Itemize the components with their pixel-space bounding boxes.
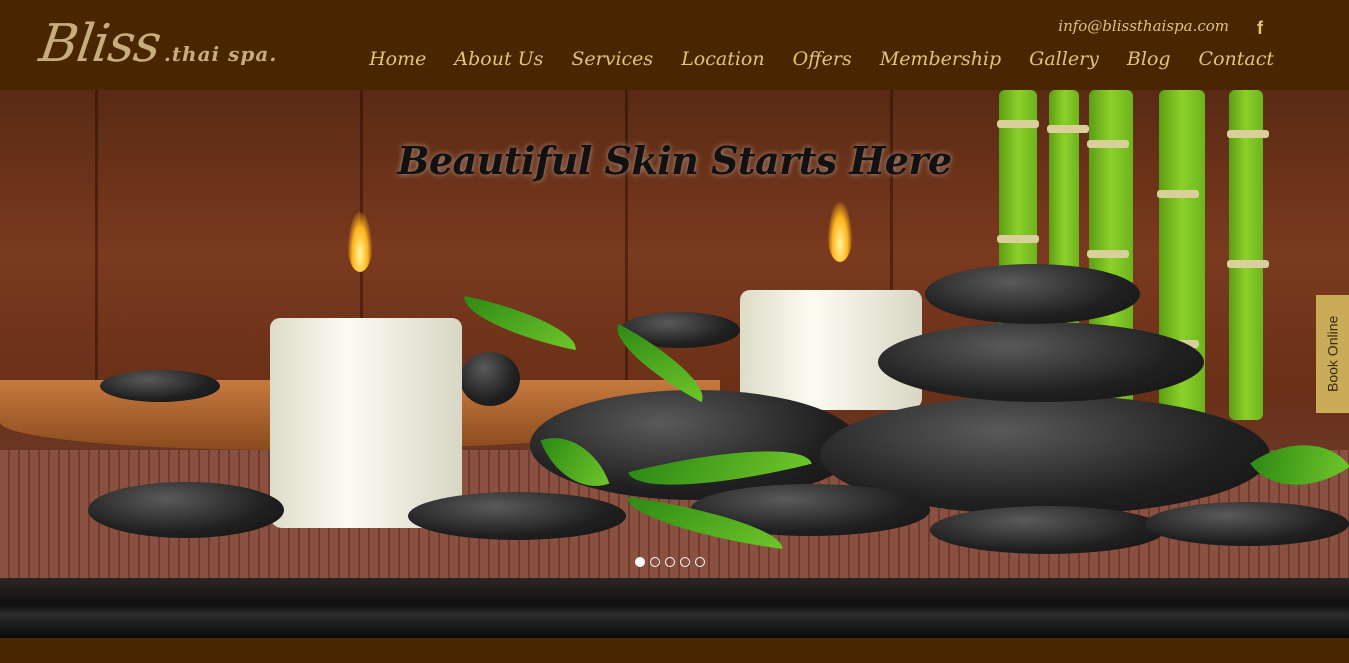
leaf	[458, 295, 582, 351]
flame	[348, 212, 372, 272]
nav-services[interactable]: Services	[571, 48, 653, 70]
stone	[1145, 502, 1349, 546]
site-header: Bliss .thai spa. info@blissthaispa.com f…	[0, 0, 1349, 90]
hero-slider: Beautiful Skin Starts Here	[0, 90, 1349, 638]
stone	[100, 370, 220, 402]
stone	[408, 492, 626, 540]
slider-dot[interactable]	[665, 557, 675, 567]
main-nav: Home About Us Services Location Offers M…	[369, 48, 1274, 70]
email-link[interactable]: info@blissthaispa.com	[1058, 17, 1229, 35]
slider-dot[interactable]	[695, 557, 705, 567]
nav-contact[interactable]: Contact	[1199, 48, 1274, 70]
water-reflection	[0, 578, 1349, 638]
candle-left	[270, 318, 462, 528]
stone	[925, 264, 1140, 324]
site-logo[interactable]: Bliss .thai spa.	[36, 14, 278, 74]
nav-gallery[interactable]: Gallery	[1029, 48, 1099, 70]
flame	[828, 202, 852, 262]
slider-dot[interactable]	[635, 557, 645, 567]
nav-blog[interactable]: Blog	[1127, 48, 1171, 70]
nav-about-us[interactable]: About Us	[454, 48, 543, 70]
nav-offers[interactable]: Offers	[793, 48, 852, 70]
nav-home[interactable]: Home	[369, 48, 426, 70]
stone	[460, 352, 520, 406]
slider-dots	[635, 557, 705, 567]
stone	[878, 322, 1204, 402]
slider-dot[interactable]	[650, 557, 660, 567]
hero-title: Beautiful Skin Starts Here	[397, 138, 952, 183]
facebook-icon[interactable]: f	[1253, 18, 1267, 38]
nav-membership[interactable]: Membership	[880, 48, 1001, 70]
slider-dot[interactable]	[680, 557, 690, 567]
stone	[88, 482, 284, 538]
nav-location[interactable]: Location	[681, 48, 764, 70]
logo-sub-text: .thai spa.	[163, 42, 278, 66]
stone	[930, 506, 1165, 554]
book-online-tab[interactable]: Book Online	[1316, 295, 1349, 413]
logo-main-text: Bliss	[35, 14, 165, 74]
